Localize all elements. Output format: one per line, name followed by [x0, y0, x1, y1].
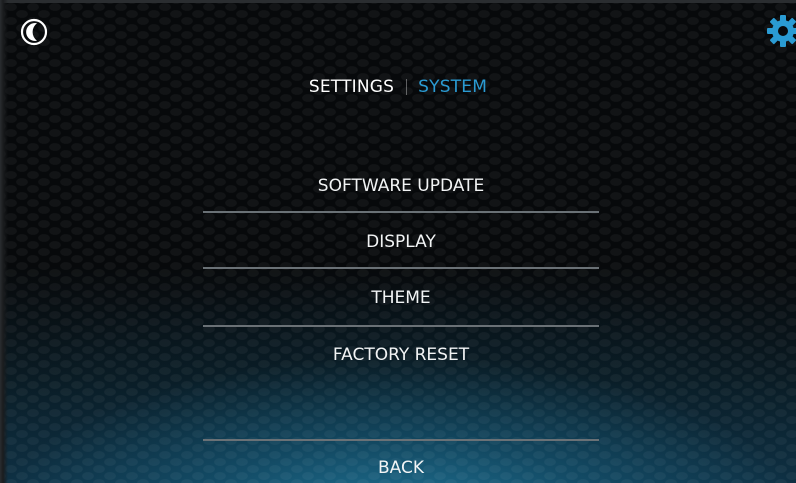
back-button[interactable]: BACK — [203, 458, 599, 478]
frame-top-edge — [0, 0, 796, 3]
tab-divider — [406, 79, 408, 95]
menu-item-display[interactable]: DISPLAY — [203, 232, 599, 252]
back-divider — [203, 439, 599, 441]
menu-item-software-update[interactable]: SOFTWARE UPDATE — [203, 176, 599, 196]
menu-divider — [203, 325, 599, 327]
system-settings-screen: SETTINGS SYSTEM SOFTWARE UPDATE DISPLAY T… — [0, 0, 796, 483]
moon-icon[interactable] — [20, 18, 48, 46]
tab-bar: SETTINGS SYSTEM — [0, 77, 796, 97]
menu-divider — [203, 267, 599, 269]
menu-item-theme[interactable]: THEME — [203, 288, 599, 308]
tab-settings[interactable]: SETTINGS — [309, 77, 394, 97]
menu-item-factory-reset[interactable]: FACTORY RESET — [203, 345, 599, 365]
tab-system[interactable]: SYSTEM — [418, 77, 487, 97]
frame-left-edge — [0, 0, 8, 483]
menu-divider — [203, 211, 599, 213]
gear-icon[interactable] — [766, 14, 796, 48]
